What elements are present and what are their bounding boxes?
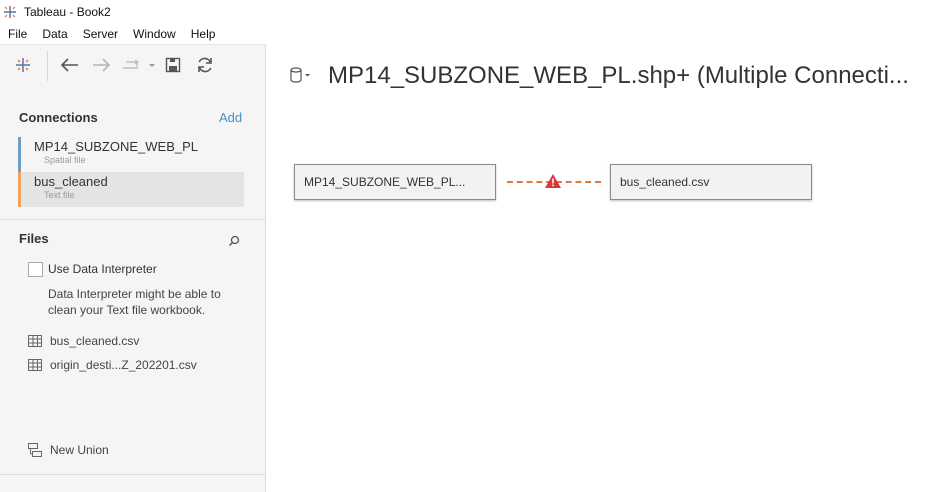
connections-heading: Connections	[19, 110, 98, 125]
menu-bar: File Data Server Window Help	[0, 23, 934, 44]
connection-type: Text file	[44, 190, 75, 200]
add-connection-link[interactable]: Add	[219, 110, 242, 125]
toolbar-separator	[47, 51, 48, 81]
file-name: origin_desti...Z_202201.csv	[50, 358, 197, 372]
connection-name: bus_cleaned	[34, 174, 108, 189]
save-icon[interactable]	[163, 55, 183, 75]
use-data-interpreter-checkbox[interactable]	[28, 262, 43, 277]
connection-item-mp14[interactable]: MP14_SUBZONE_WEB_PL Spatial file	[18, 137, 244, 172]
forward-arrow-icon[interactable]	[91, 55, 111, 75]
data-source-title[interactable]: MP14_SUBZONE_WEB_PL.shp+ (Multiple Conne…	[328, 62, 918, 90]
menu-help[interactable]: Help	[183, 27, 223, 41]
search-icon[interactable]	[228, 234, 240, 252]
table-card-mp14[interactable]: MP14_SUBZONE_WEB_PL...	[294, 164, 496, 200]
new-union-item[interactable]: New Union	[28, 443, 109, 457]
connection-item-bus-cleaned[interactable]: bus_cleaned Text file	[18, 172, 244, 207]
toolbar	[0, 45, 266, 85]
back-arrow-icon[interactable]	[60, 55, 80, 75]
title-bar: Tableau - Book2	[0, 0, 934, 23]
section-divider	[0, 219, 266, 220]
data-interpreter-note: Data Interpreter might be able to clean …	[48, 287, 221, 317]
menu-file[interactable]: File	[0, 27, 34, 41]
file-name: bus_cleaned.csv	[50, 334, 140, 348]
warning-icon[interactable]	[544, 173, 562, 189]
menu-server[interactable]: Server	[75, 27, 125, 41]
window-title: Tableau - Book2	[24, 4, 111, 19]
use-data-interpreter-label: Use Data Interpreter	[48, 262, 157, 276]
new-union-label: New Union	[50, 443, 109, 457]
file-item[interactable]: origin_desti...Z_202201.csv	[28, 357, 197, 373]
database-dropdown-icon[interactable]	[289, 66, 313, 86]
redo-dropdown-icon[interactable]	[121, 55, 157, 75]
tableau-logo-icon	[4, 5, 16, 18]
refresh-icon[interactable]	[195, 55, 215, 75]
table-grid-icon	[28, 335, 42, 347]
tableau-home-icon[interactable]	[13, 55, 33, 75]
data-source-canvas: MP14_SUBZONE_WEB_PL.shp+ (Multiple Conne…	[267, 44, 934, 492]
connection-name: MP14_SUBZONE_WEB_PL	[34, 139, 199, 154]
section-divider	[0, 474, 266, 475]
table-card-bus-cleaned[interactable]: bus_cleaned.csv	[610, 164, 812, 200]
menu-window[interactable]: Window	[125, 27, 183, 41]
data-source-sidebar: Connections Add MP14_SUBZONE_WEB_PL Spat…	[0, 44, 266, 492]
files-heading: Files	[19, 231, 49, 246]
file-item[interactable]: bus_cleaned.csv	[28, 333, 139, 349]
menu-data[interactable]: Data	[34, 27, 74, 41]
union-icon	[28, 443, 42, 457]
connection-type: Spatial file	[44, 155, 86, 165]
table-grid-icon	[28, 359, 42, 371]
